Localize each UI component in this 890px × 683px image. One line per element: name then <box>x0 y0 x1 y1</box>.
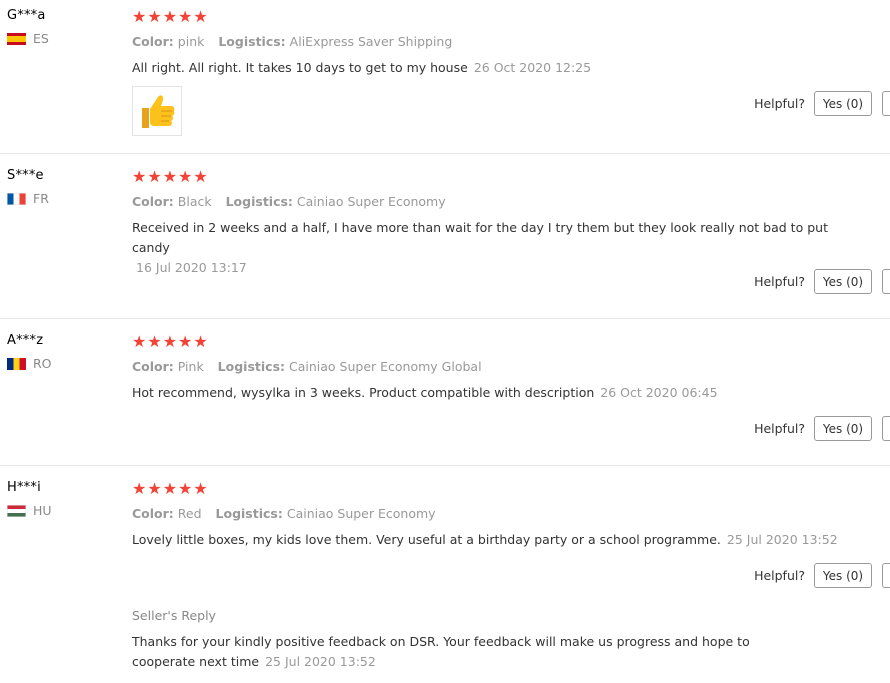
review-body: All right. All right. It takes 10 days t… <box>132 60 468 75</box>
logistics-value: Cainiao Super Economy <box>296 194 446 209</box>
color-label: Color: <box>132 194 174 209</box>
review-date: 25 Jul 2020 13:52 <box>726 532 838 547</box>
review-content: ★★★★★ Color: Pink Logistics: Cainiao Sup… <box>132 333 852 403</box>
logistics-value: Cainiao Super Economy Global <box>289 359 482 374</box>
review-attributes: Color: pink Logistics: AliExpress Saver … <box>132 34 852 49</box>
logistics-label: Logistics: <box>225 194 293 209</box>
review-date: 26 Oct 2020 12:25 <box>473 60 592 75</box>
color-label: Color: <box>132 34 174 49</box>
color-value: Red <box>177 506 202 521</box>
color-value: pink <box>177 34 205 49</box>
helpful-yes-button[interactable]: Yes (0) <box>814 269 872 294</box>
review-body: Received in 2 weeks and a half, I have m… <box>132 220 828 255</box>
color-label: Color: <box>132 506 174 521</box>
reviewer-country: HU <box>7 503 52 518</box>
reviewer-name: A***z <box>7 333 44 348</box>
logistics-value: AliExpress Saver Shipping <box>289 34 453 49</box>
review-text: All right. All right. It takes 10 days t… <box>132 58 852 78</box>
country-code: RO <box>33 356 52 371</box>
review-attributes: Color: Pink Logistics: Cainiao Super Eco… <box>132 359 852 374</box>
seller-reply: Seller's Reply Thanks for your kindly po… <box>132 608 852 672</box>
seller-reply-date: 25 Jul 2020 13:52 <box>265 654 376 669</box>
helpful-no-button[interactable] <box>882 269 890 294</box>
review-content: ★★★★★ Color: Black Logistics: Cainiao Su… <box>132 168 852 278</box>
romania-flag-icon <box>7 357 26 370</box>
helpful-label: Helpful? <box>754 421 805 436</box>
hungary-flag-icon <box>7 504 26 517</box>
star-rating: ★★★★★ <box>132 479 209 498</box>
review-date: 26 Oct 2020 06:45 <box>600 385 718 400</box>
review-attributes: Color: Red Logistics: Cainiao Super Econ… <box>132 506 852 521</box>
review-item: S***e FR ★★★★★ Color: Black Logistics: C… <box>0 153 890 319</box>
helpful-no-button[interactable] <box>882 563 890 588</box>
reviewer-name: H***i <box>7 480 41 495</box>
country-code: FR <box>33 191 49 206</box>
review-text: Received in 2 weeks and a half, I have m… <box>132 218 852 278</box>
reviewer-country: FR <box>7 191 49 206</box>
helpful-section: Helpful? Yes (0) <box>754 563 890 588</box>
review-content: ★★★★★ Color: pink Logistics: AliExpress … <box>132 8 852 136</box>
seller-reply-text: Thanks for your kindly positive feedback… <box>132 632 812 672</box>
seller-reply-body: Thanks for your kindly positive feedback… <box>132 634 750 669</box>
star-rating: ★★★★★ <box>132 332 209 351</box>
helpful-section: Helpful? Yes (0) <box>754 91 890 116</box>
review-text: Hot recommend, wysylka in 3 weeks. Produ… <box>132 383 852 403</box>
helpful-section: Helpful? Yes (0) <box>754 416 890 441</box>
helpful-label: Helpful? <box>754 96 805 111</box>
reviewer-country: ES <box>7 31 49 46</box>
review-item: G***a ES ★★★★★ Color: pink Logistics: Al… <box>0 0 890 154</box>
helpful-yes-button[interactable]: Yes (0) <box>814 416 872 441</box>
reviewer-name: G***a <box>7 8 46 23</box>
spain-flag-icon <box>7 32 26 45</box>
thumbs-up-icon <box>142 95 175 128</box>
france-flag-icon <box>7 192 26 205</box>
logistics-label: Logistics: <box>215 506 283 521</box>
helpful-no-button[interactable] <box>882 91 890 116</box>
review-body: Lovely little boxes, my kids love them. … <box>132 532 721 547</box>
color-value: Pink <box>177 359 204 374</box>
review-body: Hot recommend, wysylka in 3 weeks. Produ… <box>132 385 595 400</box>
helpful-label: Helpful? <box>754 568 805 583</box>
review-item: H***i HU ★★★★★ Color: Red Logistics: Cai… <box>0 465 890 683</box>
helpful-label: Helpful? <box>754 274 805 289</box>
helpful-yes-button[interactable]: Yes (0) <box>814 91 872 116</box>
review-attributes: Color: Black Logistics: Cainiao Super Ec… <box>132 194 852 209</box>
reviewer-info: A***z RO <box>7 333 52 371</box>
reviewer-country: RO <box>7 356 52 371</box>
reviewer-info: H***i HU <box>7 480 52 518</box>
reviewer-name: S***e <box>7 168 44 183</box>
logistics-label: Logistics: <box>217 359 286 374</box>
country-code: HU <box>33 503 52 518</box>
review-photo[interactable] <box>132 86 182 136</box>
star-rating: ★★★★★ <box>132 167 209 186</box>
helpful-yes-button[interactable]: Yes (0) <box>814 563 872 588</box>
reviewer-info: S***e FR <box>7 168 49 206</box>
logistics-value: Cainiao Super Economy <box>286 506 436 521</box>
review-text: Lovely little boxes, my kids love them. … <box>132 530 852 550</box>
review-date: 16 Jul 2020 13:17 <box>136 260 247 275</box>
star-rating: ★★★★★ <box>132 7 209 26</box>
color-value: Black <box>177 194 212 209</box>
review-content: ★★★★★ Color: Red Logistics: Cainiao Supe… <box>132 480 852 550</box>
helpful-section: Helpful? Yes (0) <box>754 269 890 294</box>
color-label: Color: <box>132 359 174 374</box>
seller-reply-title: Seller's Reply <box>132 608 216 623</box>
country-code: ES <box>33 31 49 46</box>
helpful-no-button[interactable] <box>882 416 890 441</box>
logistics-label: Logistics: <box>218 34 286 49</box>
review-item: A***z RO ★★★★★ Color: Pink Logistics: Ca… <box>0 318 890 466</box>
reviewer-info: G***a ES <box>7 8 49 46</box>
